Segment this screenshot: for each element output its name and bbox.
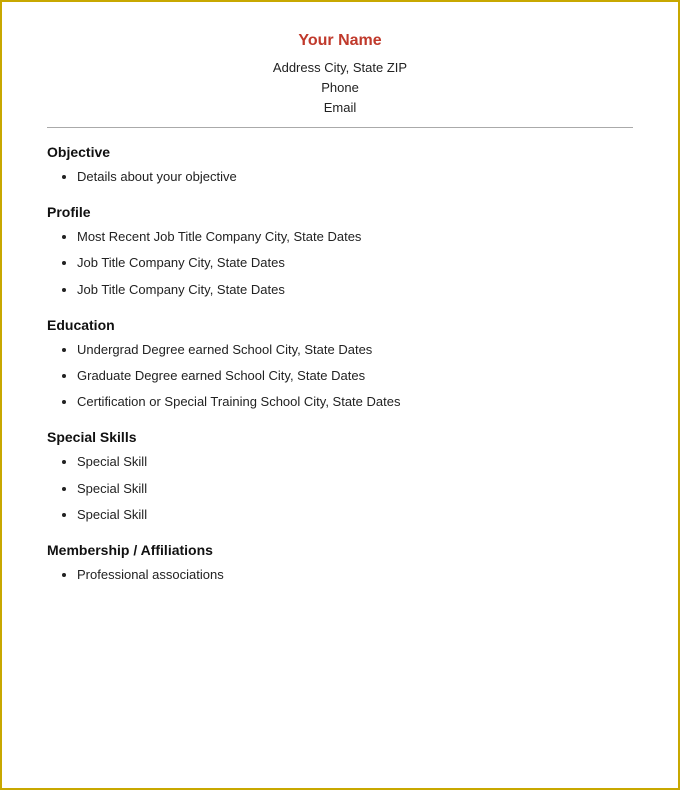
section-title-education: Education — [47, 317, 633, 333]
address-line: Address City, State ZIP — [47, 60, 633, 75]
your-name: Your Name — [47, 32, 633, 50]
section-membership: Membership / Affiliations Professional as… — [47, 542, 633, 584]
list-item: Undergrad Degree earned School City, Sta… — [77, 341, 633, 359]
list-item: Details about your objective — [77, 168, 633, 186]
resume-container: Your Name Address City, State ZIP Phone … — [0, 0, 680, 790]
list-item: Job Title Company City, State Dates — [77, 254, 633, 272]
list-item: Special Skill — [77, 480, 633, 498]
email-line: Email — [47, 100, 633, 115]
section-title-objective: Objective — [47, 144, 633, 160]
list-item: Graduate Degree earned School City, Stat… — [77, 367, 633, 385]
list-item: Special Skill — [77, 506, 633, 524]
section-objective: Objective Details about your objective — [47, 144, 633, 186]
section-education: Education Undergrad Degree earned School … — [47, 317, 633, 412]
list-item: Professional associations — [77, 566, 633, 584]
phone-line: Phone — [47, 80, 633, 95]
header-divider — [47, 127, 633, 128]
header-section: Your Name Address City, State ZIP Phone … — [47, 32, 633, 115]
section-profile: Profile Most Recent Job Title Company Cit… — [47, 204, 633, 299]
section-list-membership: Professional associations — [47, 566, 633, 584]
section-title-profile: Profile — [47, 204, 633, 220]
sections-container: Objective Details about your objective Pro… — [47, 144, 633, 584]
section-list-profile: Most Recent Job Title Company City, Stat… — [47, 228, 633, 299]
section-title-special-skills: Special Skills — [47, 429, 633, 445]
section-title-membership: Membership / Affiliations — [47, 542, 633, 558]
list-item: Most Recent Job Title Company City, Stat… — [77, 228, 633, 246]
section-list-education: Undergrad Degree earned School City, Sta… — [47, 341, 633, 412]
section-list-objective: Details about your objective — [47, 168, 633, 186]
list-item: Certification or Special Training School… — [77, 393, 633, 411]
section-list-special-skills: Special Skill Special Skill Special Skill — [47, 453, 633, 524]
list-item: Job Title Company City, State Dates — [77, 281, 633, 299]
list-item: Special Skill — [77, 453, 633, 471]
section-special-skills: Special SkillsSpecial SkillSpecial Skill… — [47, 429, 633, 524]
